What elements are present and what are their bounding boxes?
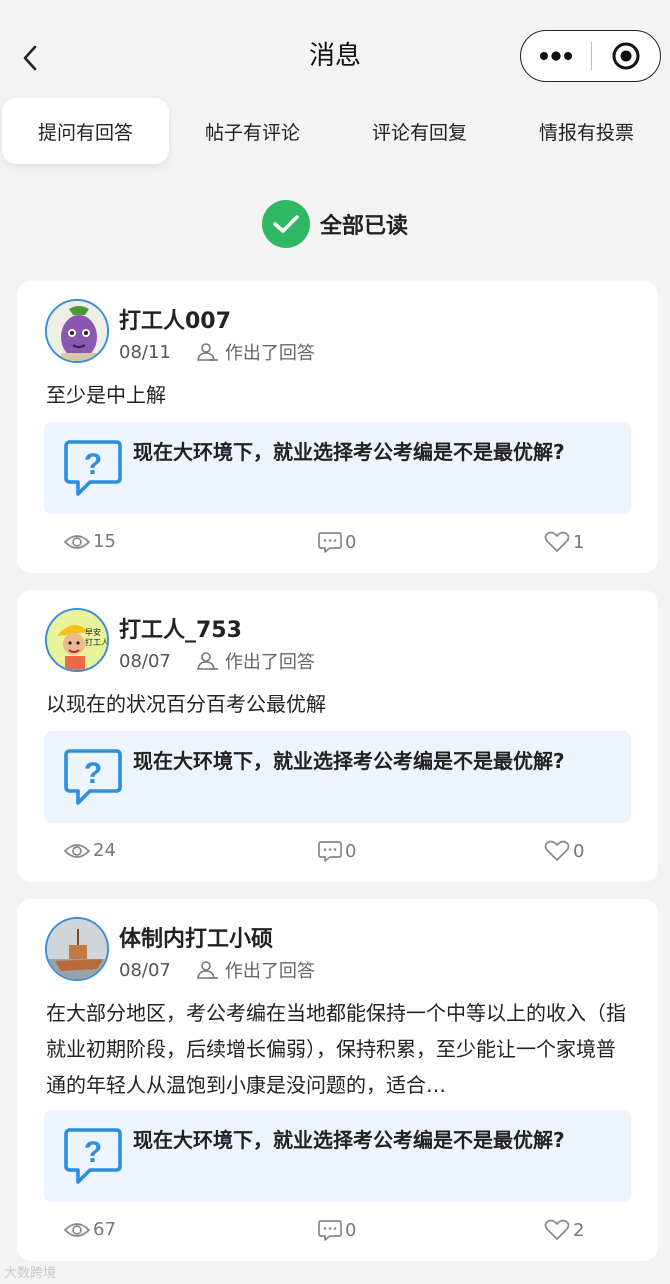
- eye-icon: [64, 534, 90, 549]
- navigation-bar: 消息: [0, 0, 670, 96]
- comments-stat[interactable]: 0: [318, 840, 356, 862]
- message-date: 08/11: [119, 341, 171, 363]
- message-action: 作出了回答: [196, 339, 315, 365]
- likes-count: 2: [573, 1219, 585, 1241]
- eye-icon: [64, 843, 90, 858]
- message-action: 作出了回答: [196, 957, 315, 983]
- views-count: 15: [93, 531, 116, 552]
- comments-stat[interactable]: 0: [318, 1219, 356, 1241]
- close-miniprogram-button[interactable]: [592, 31, 660, 81]
- likes-stat[interactable]: 1: [544, 531, 584, 553]
- views-count: 67: [93, 1219, 116, 1240]
- message-meta: 08/11 作出了回答: [119, 339, 315, 365]
- more-dots-icon: [540, 51, 572, 61]
- question-link[interactable]: ? 现在大环境下，就业选择考公考编是不是最优解?: [44, 731, 631, 823]
- avatar[interactable]: [45, 299, 109, 363]
- message-action-label: 作出了回答: [224, 343, 315, 364]
- username[interactable]: 打工人_753: [119, 612, 242, 644]
- question-link[interactable]: ? 现在大环境下，就业选择考公考编是不是最优解?: [44, 1110, 631, 1202]
- reply-text: 至少是中上解: [46, 383, 166, 407]
- tab-intel-voted[interactable]: 情报有投票: [503, 98, 670, 164]
- message-meta: 08/07 作出了回答: [119, 957, 315, 983]
- comment-icon: [318, 841, 342, 862]
- target-circle-icon: [612, 42, 640, 70]
- views-count: 24: [93, 840, 116, 861]
- message-card[interactable]: 打工人007 08/11 作出了回答 至少是中上解 ? 现在大环境下，就业选择考…: [17, 281, 658, 573]
- username[interactable]: 体制内打工小硕: [119, 921, 273, 953]
- message-date: 08/07: [119, 959, 171, 981]
- message-action: 作出了回答: [196, 648, 315, 674]
- stats-bar: 24 0 0: [17, 840, 658, 870]
- svg-text:?: ?: [84, 757, 102, 790]
- comment-icon: [318, 1220, 342, 1241]
- avatar[interactable]: [45, 917, 109, 981]
- reply-text: 以现在的状况百分百考公最优解: [46, 692, 326, 716]
- heart-icon: [544, 531, 570, 552]
- message-type-tabs: 提问有回答 帖子有评论 评论有回复 情报有投票: [0, 96, 670, 166]
- message-action-label: 作出了回答: [224, 652, 315, 673]
- watermark: 大数跨境: [4, 1266, 57, 1281]
- question-title: 现在大环境下，就业选择考公考编是不是最优解?: [133, 440, 565, 464]
- likes-stat[interactable]: 0: [544, 840, 584, 862]
- mark-all-read-label: 全部已读: [319, 214, 408, 239]
- user-answer-icon: [196, 961, 218, 979]
- question-bubble-icon: ?: [64, 1128, 122, 1184]
- views-stat: 67: [64, 1219, 116, 1240]
- views-stat: 15: [64, 531, 116, 552]
- likes-count: 0: [573, 840, 585, 862]
- svg-text:?: ?: [84, 1136, 102, 1169]
- avatar-caption: 早安 打工人: [85, 628, 109, 647]
- username[interactable]: 打工人007: [119, 303, 231, 335]
- stats-bar: 15 0 1: [17, 531, 658, 561]
- message-date: 08/07: [119, 650, 171, 672]
- more-button[interactable]: [521, 31, 591, 81]
- message-card[interactable]: 体制内打工小硕 08/07 作出了回答 在大部分地区，考公考编在当地都能保持一个…: [17, 899, 658, 1261]
- tab-post-commented[interactable]: 帖子有评论: [169, 98, 336, 164]
- heart-icon: [544, 840, 570, 861]
- reply-text: 在大部分地区，考公考编在当地都能保持一个中等以上的收入（指就业初期阶段，后续增长…: [46, 1001, 626, 1097]
- question-title: 现在大环境下，就业选择考公考编是不是最优解?: [133, 1128, 565, 1152]
- avatar[interactable]: 早安 打工人: [45, 608, 109, 672]
- stats-bar: 67 0 2: [17, 1219, 658, 1249]
- question-link[interactable]: ? 现在大环境下，就业选择考公考编是不是最优解?: [44, 422, 631, 514]
- tab-question-answered[interactable]: 提问有回答: [2, 98, 169, 164]
- likes-count: 1: [573, 531, 585, 553]
- svg-text:?: ?: [84, 448, 102, 481]
- message-action-label: 作出了回答: [224, 961, 315, 982]
- check-circle-icon: [261, 200, 310, 248]
- eye-icon: [64, 1222, 90, 1237]
- tab-comment-replied[interactable]: 评论有回复: [336, 98, 503, 164]
- comment-icon: [318, 532, 342, 553]
- comments-count: 0: [345, 840, 357, 862]
- question-bubble-icon: ?: [64, 749, 122, 805]
- user-answer-icon: [196, 652, 218, 670]
- likes-stat[interactable]: 2: [544, 1219, 584, 1241]
- question-bubble-icon: ?: [64, 440, 122, 496]
- miniprogram-capsule: [520, 30, 661, 82]
- mark-all-read-button[interactable]: 全部已读: [0, 198, 670, 250]
- message-meta: 08/07 作出了回答: [119, 648, 315, 674]
- comments-stat[interactable]: 0: [318, 531, 356, 553]
- comments-count: 0: [345, 531, 357, 553]
- user-answer-icon: [196, 343, 218, 361]
- question-title: 现在大环境下，就业选择考公考编是不是最优解?: [133, 749, 565, 773]
- comments-count: 0: [345, 1219, 357, 1241]
- heart-icon: [544, 1219, 570, 1240]
- message-card[interactable]: 早安 打工人 打工人_753 08/07 作出了回答 以现在的状况百分百考公最优…: [17, 590, 658, 882]
- views-stat: 24: [64, 840, 116, 861]
